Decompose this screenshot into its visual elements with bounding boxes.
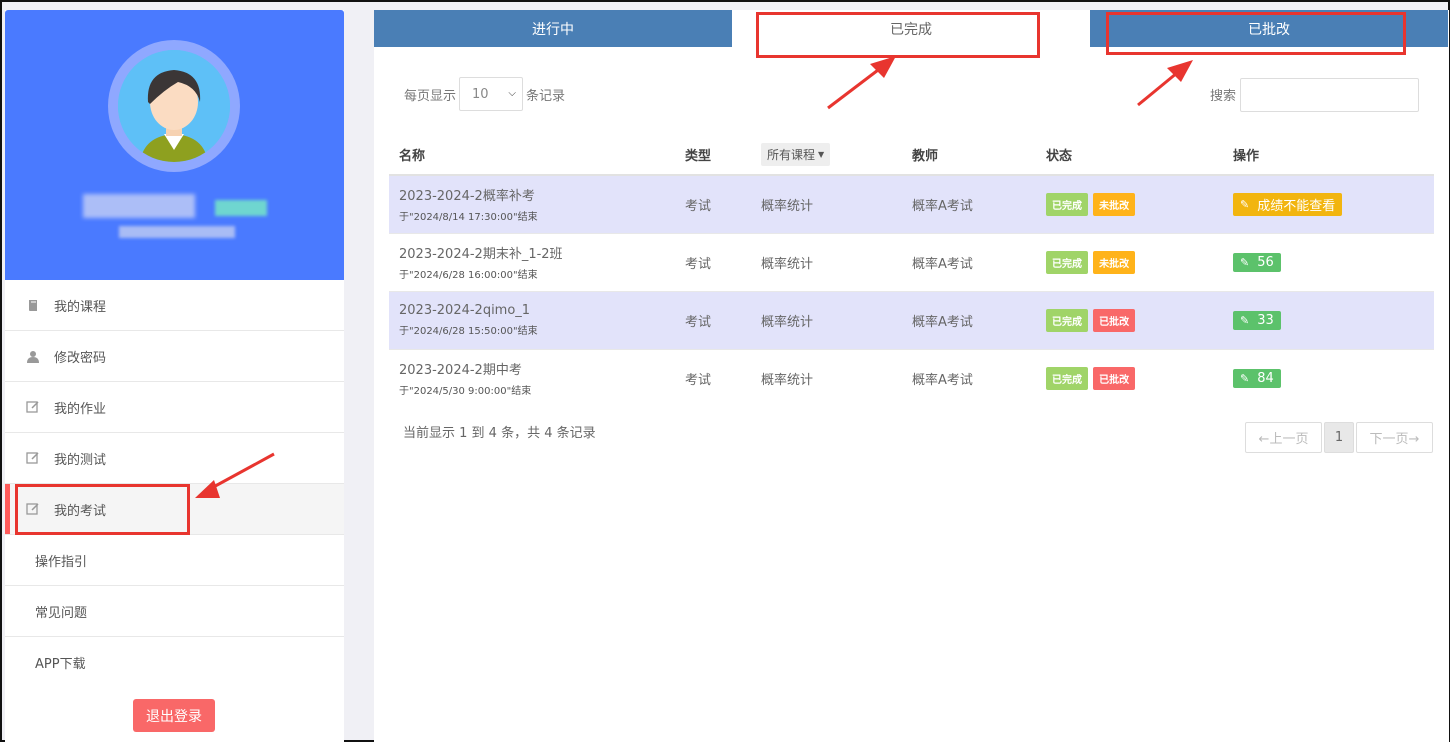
avatar bbox=[108, 40, 240, 172]
status-badge-completed: 已完成 bbox=[1046, 192, 1088, 216]
caret-down-icon: ▼ bbox=[818, 149, 825, 159]
score-value: 84 bbox=[1257, 370, 1274, 386]
sidebar-item-my-tests[interactable]: 我的测试 bbox=[5, 433, 344, 484]
search-input[interactable] bbox=[1240, 78, 1419, 112]
next-page-button[interactable]: 下一页→ bbox=[1356, 422, 1433, 453]
sidebar-item-label: 我的作业 bbox=[54, 401, 107, 417]
sidebar-item-label: APP下载 bbox=[35, 657, 86, 672]
sidebar-item-change-password[interactable]: 修改密码 bbox=[5, 331, 344, 382]
score-unavailable-button[interactable]: ✎ 成绩不能查看 bbox=[1233, 192, 1343, 216]
edit-icon bbox=[25, 399, 41, 415]
blurred-user-id bbox=[119, 226, 235, 238]
user-icon bbox=[25, 348, 41, 364]
status-badge-graded: 已批改 bbox=[1093, 366, 1136, 390]
action-label: 成绩不能查看 bbox=[1257, 198, 1336, 214]
exam-name: 2023-2024-2期中考 bbox=[399, 363, 522, 379]
page-number-button[interactable]: 1 bbox=[1324, 422, 1354, 453]
sidebar-item-label: 我的测试 bbox=[54, 452, 107, 468]
exam-name: 2023-2024-2概率补考 bbox=[399, 189, 535, 205]
score-button[interactable]: ✎ 84 bbox=[1233, 368, 1281, 388]
exam-deadline: 于"2024/6/28 16:00:00"结束 bbox=[399, 270, 538, 281]
blurred-username bbox=[83, 194, 195, 218]
prev-page-button[interactable]: ←上一页 bbox=[1245, 422, 1322, 453]
exam-course: 概率统计 bbox=[751, 232, 902, 291]
pencil-icon: ✎ bbox=[1240, 197, 1250, 211]
status-badge-ungraded: 未批改 bbox=[1093, 192, 1136, 216]
sidebar-item-label: 修改密码 bbox=[54, 350, 107, 366]
exam-deadline: 于"2024/8/14 17:30:00"结束 bbox=[399, 212, 538, 224]
sidebar-item-label: 常见问题 bbox=[35, 605, 88, 621]
column-header-course: 所有课程 ▼ bbox=[751, 134, 902, 176]
sidebar-item-app-download[interactable]: APP下载 bbox=[5, 637, 344, 688]
sidebar-item-label: 我的课程 bbox=[54, 299, 107, 315]
logout-button[interactable]: 退出登录 bbox=[133, 699, 215, 732]
chevron-down-icon: ⌵ bbox=[508, 88, 516, 99]
score-button[interactable]: ✎ 33 bbox=[1233, 310, 1281, 330]
pagination: ←上一页 1 下一页→ bbox=[1245, 422, 1435, 453]
avatar-illustration-icon bbox=[118, 50, 230, 162]
page-size-label: 每页显示 bbox=[404, 89, 457, 104]
exam-type: 考试 bbox=[675, 290, 751, 349]
page-size-select[interactable]: 10 ⌵ bbox=[459, 77, 523, 111]
table-row: 2023-2024-2概率补考 于"2024/8/14 17:30:00"结束 … bbox=[389, 174, 1434, 233]
exam-name: 2023-2024-2qimo_1 bbox=[399, 303, 531, 318]
exam-type: 考试 bbox=[675, 174, 751, 233]
search-label: 搜索 bbox=[1210, 89, 1237, 104]
score-value: 33 bbox=[1257, 312, 1274, 328]
score-button[interactable]: ✎ 56 bbox=[1233, 252, 1281, 272]
column-header-action[interactable]: 操作 bbox=[1223, 134, 1434, 176]
exam-name: 2023-2024-2期末补_1-2班 bbox=[399, 247, 563, 262]
table-row: 2023-2024-2期末补_1-2班 于"2024/6/28 16:00:00… bbox=[389, 232, 1434, 291]
exam-deadline: 于"2024/6/28 15:50:00"结束 bbox=[399, 326, 538, 337]
annotation-box-graded-tab bbox=[1106, 12, 1406, 55]
annotation-box-my-exams bbox=[15, 484, 190, 535]
score-value: 56 bbox=[1257, 254, 1274, 270]
column-header-status[interactable]: 状态 bbox=[1036, 134, 1223, 176]
sidebar-item-guide[interactable]: 操作指引 bbox=[5, 535, 344, 586]
sidebar: 我的课程 修改密码 我的作业 我的测试 我的考试 操作指引 常见问题 APP下载… bbox=[5, 10, 344, 742]
annotation-box-completed-tab bbox=[756, 12, 1040, 58]
status-badge-ungraded: 未批改 bbox=[1093, 250, 1136, 274]
book-icon bbox=[25, 297, 41, 313]
exam-teacher: 概率A考试 bbox=[902, 174, 1036, 233]
exam-teacher: 概率A考试 bbox=[902, 290, 1036, 349]
blurred-badge bbox=[215, 200, 267, 216]
tab-in-progress[interactable]: 进行中 bbox=[374, 10, 732, 47]
table-row: 2023-2024-2qimo_1 于"2024/6/28 15:50:00"结… bbox=[389, 290, 1434, 349]
sidebar-item-label: 操作指引 bbox=[35, 554, 88, 570]
column-header-name[interactable]: 名称 bbox=[389, 134, 675, 176]
status-badge-graded: 已批改 bbox=[1093, 308, 1136, 332]
exam-teacher: 概率A考试 bbox=[902, 348, 1036, 407]
exam-table: 名称 类型 所有课程 ▼ 教师 状态 操作 2023-2024-2概率补考 于"… bbox=[389, 134, 1434, 407]
pencil-icon: ✎ bbox=[1240, 313, 1250, 327]
profile-panel bbox=[5, 10, 344, 280]
exam-course: 概率统计 bbox=[751, 290, 902, 349]
sidebar-item-my-homework[interactable]: 我的作业 bbox=[5, 382, 344, 433]
course-filter-dropdown[interactable]: 所有课程 ▼ bbox=[761, 142, 831, 166]
exam-course: 概率统计 bbox=[751, 174, 902, 233]
status-badge-completed: 已完成 bbox=[1046, 250, 1088, 274]
exam-deadline: 于"2024/5/30 9:00:00"结束 bbox=[399, 386, 532, 398]
records-summary: 当前显示 1 到 4 条，共 4 条记录 bbox=[403, 426, 596, 441]
pencil-icon: ✎ bbox=[1240, 255, 1250, 269]
exam-type: 考试 bbox=[675, 232, 751, 291]
page-size-value: 10 bbox=[472, 86, 489, 102]
exam-course: 概率统计 bbox=[751, 348, 902, 407]
edit-icon bbox=[25, 450, 41, 466]
sidebar-item-my-courses[interactable]: 我的课程 bbox=[5, 280, 344, 331]
pencil-icon: ✎ bbox=[1240, 371, 1250, 385]
exam-type: 考试 bbox=[675, 348, 751, 407]
column-header-type[interactable]: 类型 bbox=[675, 134, 751, 176]
status-badge-completed: 已完成 bbox=[1046, 308, 1088, 332]
course-filter-label: 所有课程 bbox=[767, 147, 816, 162]
status-badge-completed: 已完成 bbox=[1046, 366, 1088, 390]
table-row: 2023-2024-2期中考 于"2024/5/30 9:00:00"结束 考试… bbox=[389, 348, 1434, 407]
table-header-row: 名称 类型 所有课程 ▼ 教师 状态 操作 bbox=[389, 134, 1434, 176]
column-header-teacher[interactable]: 教师 bbox=[902, 134, 1036, 176]
sidebar-item-faq[interactable]: 常见问题 bbox=[5, 586, 344, 637]
exam-teacher: 概率A考试 bbox=[902, 232, 1036, 291]
records-label: 条记录 bbox=[526, 89, 566, 104]
main-panel: 进行中 已完成 已批改 每页显示 10 ⌵ 条记录 搜索 名称 类型 所有课程 … bbox=[374, 10, 1449, 742]
